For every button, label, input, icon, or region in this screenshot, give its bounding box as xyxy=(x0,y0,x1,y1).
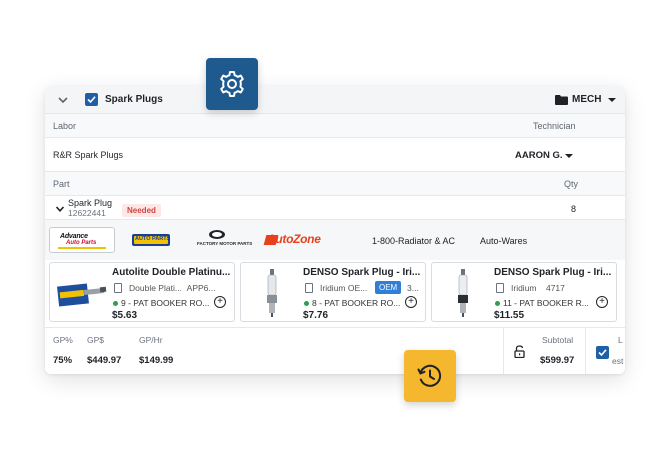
vendor-tab-factory[interactable]: FACTORY MOTOR PARTS xyxy=(197,230,252,250)
part-label: Part xyxy=(53,179,70,189)
extra-value: est xyxy=(612,356,624,366)
job-checkbox[interactable] xyxy=(85,93,98,106)
labor-row[interactable]: R&R Spark Plugs AARON G. xyxy=(45,138,625,172)
category-dropdown[interactable]: MECH xyxy=(572,94,601,105)
technician-label: Technician xyxy=(533,121,576,131)
product-name[interactable]: Autolite Double Platinu... xyxy=(112,267,230,278)
vendor-tabs: Advance Auto Parts AUTO PARTS FACTORY MO… xyxy=(45,220,625,260)
extra-label: L xyxy=(618,335,623,345)
availability-dot xyxy=(495,301,500,306)
document-icon xyxy=(114,283,122,293)
part-header-row: Part Qty xyxy=(45,172,625,196)
gp-dollar-label: GP$ xyxy=(87,335,105,345)
part-qty: 8 xyxy=(571,204,577,214)
product-brand: Iridium 4717 xyxy=(511,283,565,293)
status-badge: Needed xyxy=(122,204,161,217)
document-icon xyxy=(305,283,313,293)
unlock-icon[interactable] xyxy=(514,345,525,358)
spark-plug-image xyxy=(458,269,468,317)
product-location: 8 - PAT BOOKER RO... xyxy=(312,298,401,308)
document-icon xyxy=(496,283,504,293)
labor-label: Labor xyxy=(53,121,77,131)
product-price: $7.76 xyxy=(303,310,329,321)
product-card[interactable]: DENSO Spark Plug - Iri... Iridium OE... … xyxy=(240,262,426,322)
product-price: $11.55 xyxy=(494,310,525,321)
gp-percent-value: 75% xyxy=(53,355,73,366)
qty-label: Qty xyxy=(564,179,579,189)
history-button[interactable] xyxy=(404,350,456,402)
subtotal-label: Subtotal xyxy=(542,335,574,345)
totals-checkbox[interactable] xyxy=(596,346,609,359)
chevron-down-icon[interactable] xyxy=(55,204,65,214)
add-part-button[interactable]: + xyxy=(596,296,608,308)
job-header: Spark Plugs MECH xyxy=(45,86,625,114)
labor-description: R&R Spark Plugs xyxy=(53,150,124,160)
gp-hour-label: GP/Hr xyxy=(139,335,163,345)
spark-plug-package-image xyxy=(57,283,107,307)
stage: Spark Plugs MECH Labor Technician R&R Sp… xyxy=(0,0,667,458)
add-part-button[interactable]: + xyxy=(214,296,226,308)
gear-icon xyxy=(220,71,244,97)
caret-down-icon[interactable] xyxy=(565,154,573,158)
product-card[interactable]: DENSO Spark Plug - Iri... Iridium 4717 1… xyxy=(431,262,617,322)
product-price: $5.63 xyxy=(112,310,138,321)
product-sku: 3... xyxy=(407,283,419,293)
history-icon xyxy=(417,364,442,387)
add-part-button[interactable]: + xyxy=(405,296,417,308)
vendor-tab-autowares[interactable]: Auto-Wares xyxy=(480,236,527,246)
product-name[interactable]: DENSO Spark Plug - Iri... xyxy=(303,267,421,278)
gp-percent-label: GP% xyxy=(53,335,73,345)
totals-row: GP% 75% GP$ $449.97 GP/Hr $149.99 Subtot… xyxy=(45,327,625,374)
availability-dot xyxy=(304,301,309,306)
caret-down-icon[interactable] xyxy=(608,98,616,102)
product-name[interactable]: DENSO Spark Plug - Iri... xyxy=(494,267,612,278)
gp-dollar-value: $449.97 xyxy=(87,355,122,366)
job-title: Spark Plugs xyxy=(105,94,163,105)
gp-hour-value: $149.99 xyxy=(139,355,174,366)
vendor-tab-advance[interactable]: Advance Auto Parts xyxy=(49,227,115,253)
product-location: 9 - PAT BOOKER RO... xyxy=(121,298,210,308)
technician-select[interactable]: AARON G. xyxy=(515,150,563,161)
spark-plug-image xyxy=(267,269,277,317)
part-number: 12622441 xyxy=(68,208,106,218)
divider xyxy=(503,328,504,374)
settings-button[interactable] xyxy=(206,58,258,110)
product-card[interactable]: Autolite Double Platinu... Double Plati.… xyxy=(49,262,235,322)
divider xyxy=(585,328,586,374)
product-brand: Double Plati... APP6... xyxy=(129,283,216,293)
product-location: 11 - PAT BOOKER R... xyxy=(503,298,589,308)
folder-icon xyxy=(555,95,568,105)
chevron-down-icon[interactable] xyxy=(57,94,69,106)
vendor-tab-radiator[interactable]: 1-800-Radiator & AC xyxy=(372,236,455,246)
labor-header-row: Labor Technician xyxy=(45,114,625,138)
subtotal-value: $599.97 xyxy=(540,355,575,366)
availability-dot xyxy=(113,301,118,306)
product-brand: Iridium OE... xyxy=(320,283,368,293)
part-row[interactable]: Spark Plug 12622441 Needed 8 xyxy=(45,196,625,220)
vendor-tab-napa[interactable]: AUTO PARTS xyxy=(132,234,170,246)
advance-logo: Advance Auto Parts xyxy=(58,232,106,249)
job-card: Spark Plugs MECH Labor Technician R&R Sp… xyxy=(45,86,625,374)
oem-badge: OEM xyxy=(375,281,402,294)
part-name: Spark Plug xyxy=(68,198,113,208)
